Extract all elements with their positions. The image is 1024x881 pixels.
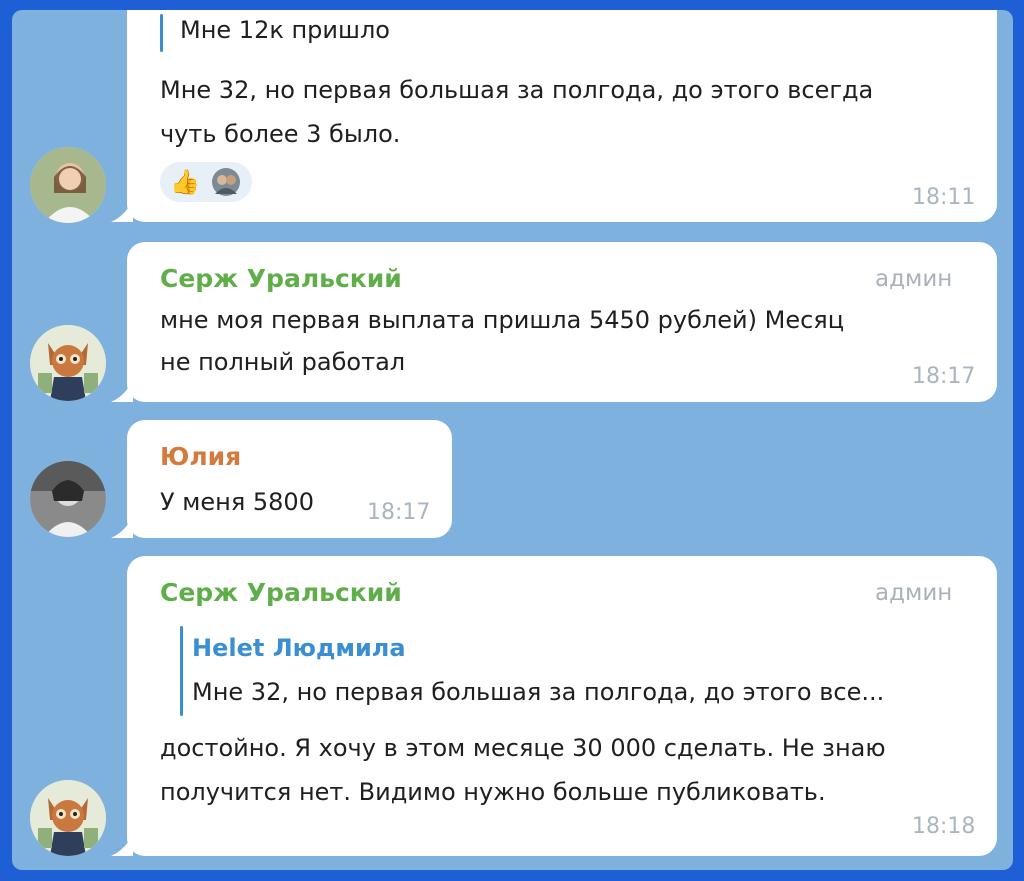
admin-badge: админ [875, 580, 953, 606]
message-bubble-3[interactable]: Юлия У меня 5800 18:17 [111, 420, 452, 538]
reply-quote-text: Мне 12к пришло [180, 16, 390, 44]
message-time: 18:11 [912, 185, 976, 210]
reactions-bar[interactable]: 👍 [160, 162, 252, 202]
cat-avatar-icon [30, 325, 106, 401]
message-text-line: не полный работал [160, 348, 406, 376]
message-bubble-1[interactable]: Мне 12к пришло Мне 32, но первая большая… [111, 10, 997, 222]
reply-quote-text[interactable]: Мне 32, но первая большая за полгода, до… [192, 678, 884, 706]
message-text-line: Мне 32, но первая большая за полгода, до… [160, 76, 874, 104]
thumbs-up-icon[interactable]: 👍 [170, 168, 200, 196]
author-name[interactable]: Серж Уральский [160, 264, 402, 293]
avatar-yulia[interactable] [30, 461, 106, 537]
avatar-serzh[interactable] [30, 325, 106, 401]
chat-background: Мне 12к пришло Мне 32, но первая большая… [12, 10, 1013, 870]
message-time: 18:17 [912, 364, 976, 389]
message-text-line: получится нет. Видимо нужно больше публи… [160, 778, 826, 806]
bubble-tail [111, 834, 133, 856]
avatar-photo-icon [30, 147, 106, 223]
avatar-photo-icon [30, 461, 106, 537]
message-text-line: достойно. Я хочу в этом месяце 30 000 сд… [160, 734, 886, 762]
reactor-avatar [212, 168, 240, 196]
author-name[interactable]: Юлия [160, 442, 241, 471]
message-bubble-2[interactable]: Серж Уральский админ мне моя первая выпл… [111, 242, 997, 402]
message-text-line: чуть более 3 было. [160, 120, 401, 148]
admin-badge: админ [875, 266, 953, 292]
cat-avatar-icon [30, 780, 106, 856]
reply-quote-bar [180, 626, 183, 716]
message-text-line: У меня 5800 [160, 488, 314, 516]
message-time: 18:17 [367, 500, 431, 525]
bubble-tail [111, 516, 133, 538]
avatar-serzh[interactable] [30, 780, 106, 856]
message-bubble-4[interactable]: Серж Уральский админ Helet Людмила Мне 3… [111, 556, 997, 856]
bubble-tail [111, 380, 133, 402]
author-name[interactable]: Серж Уральский [160, 578, 402, 607]
bubble-tail [111, 200, 133, 222]
reply-quote-bar [160, 14, 163, 52]
message-text-line: мне моя первая выплата пришла 5450 рубле… [160, 306, 845, 334]
message-time: 18:18 [912, 814, 976, 839]
reply-quote-author[interactable]: Helet Людмила [192, 634, 406, 662]
avatar-helet[interactable] [30, 147, 106, 223]
